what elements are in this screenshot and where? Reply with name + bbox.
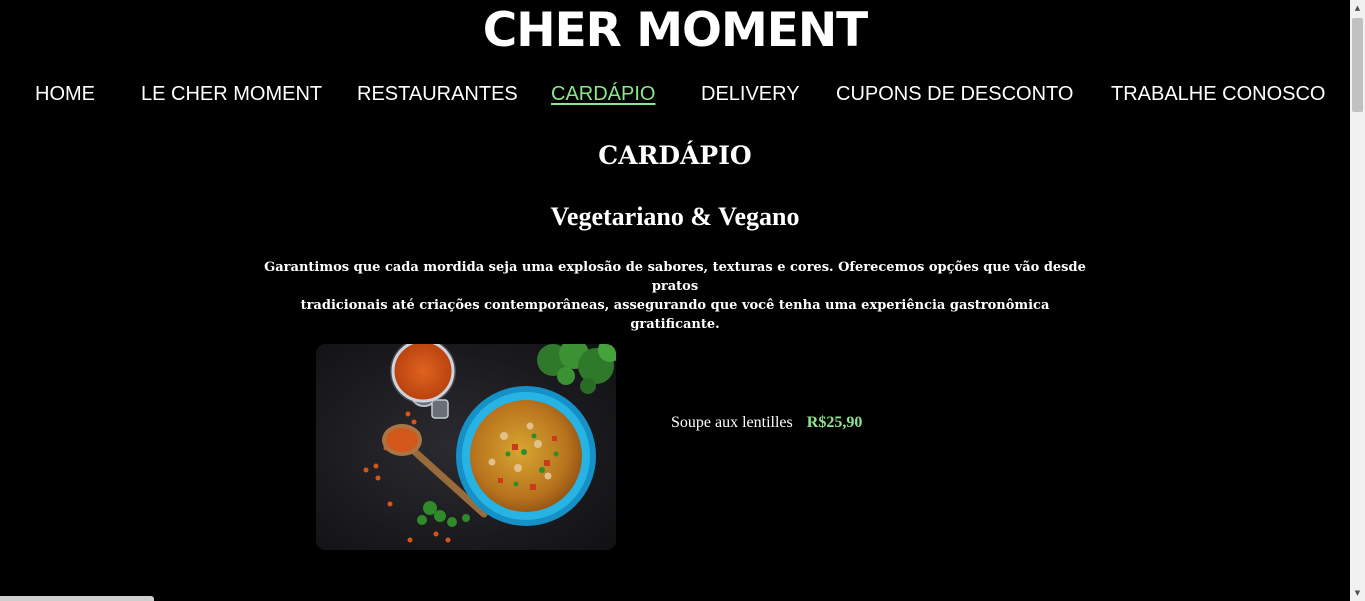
status-bar-fragment xyxy=(0,596,154,601)
intro-line-1: Garantimos que cada mordida seja uma exp… xyxy=(264,260,1086,294)
nav-item-cardapio[interactable]: CARDÁPIO xyxy=(551,80,655,108)
scroll-up-icon[interactable]: ▲ xyxy=(1350,0,1365,16)
main-nav: HOME LE CHER MOMENT RESTAURANTES CARDÁPI… xyxy=(0,80,1350,108)
nav-item-delivery[interactable]: DELIVERY xyxy=(701,80,800,108)
page: CHER MOMENT HOME LE CHER MOMENT RESTAURA… xyxy=(0,0,1350,601)
category-title: Vegetariano & Vegano xyxy=(550,202,800,231)
dish-price: R$25,90 xyxy=(806,414,863,431)
scroll-down-icon[interactable]: ▼ xyxy=(1350,585,1365,601)
lentil-soup-photo xyxy=(316,344,616,550)
nav-item-home[interactable]: HOME xyxy=(35,80,95,108)
section-title: CARDÁPIO xyxy=(598,141,752,170)
site-brand[interactable]: CHER MOMENT xyxy=(0,2,1350,60)
dish-item[interactable]: Soupe aux lentilles R$25,90 xyxy=(671,410,862,436)
page-scrollbar[interactable]: ▲ ▼ xyxy=(1350,0,1365,601)
dish-name: Soupe aux lentilles xyxy=(671,414,793,431)
category-intro: Garantimos que cada mordida seja uma exp… xyxy=(260,258,1090,334)
scroll-thumb[interactable] xyxy=(1352,18,1363,112)
nav-item-le-cher-moment[interactable]: LE CHER MOMENT xyxy=(141,80,322,108)
intro-line-2: tradicionais até criações contemporâneas… xyxy=(300,298,1050,332)
nav-item-cupons-de-desconto[interactable]: CUPONS DE DESCONTO xyxy=(836,80,1073,108)
nav-item-trabalhe-conosco[interactable]: TRABALHE CONOSCO xyxy=(1111,80,1325,108)
nav-item-restaurantes[interactable]: RESTAURANTES xyxy=(357,80,518,108)
